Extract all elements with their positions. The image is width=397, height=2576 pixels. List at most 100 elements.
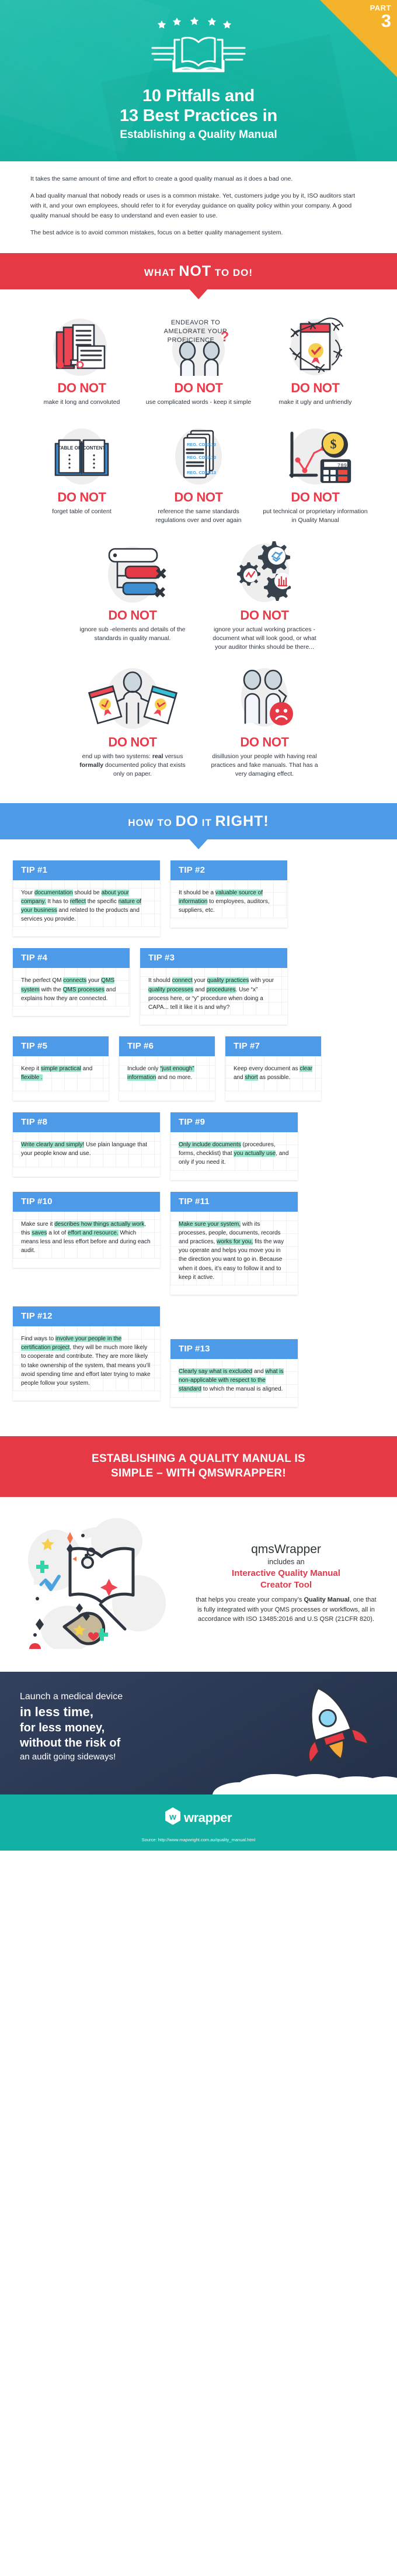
- dont-description: put technical or proprietary information…: [263, 508, 368, 524]
- gears-icon: [211, 540, 318, 603]
- two-people-speech-icon: ENDEAVOR TO AMELORATE YOUR PROFICIENCE ?: [145, 313, 252, 376]
- tip-title: TIP #5: [13, 1036, 109, 1057]
- dont-label: DO NOT: [291, 381, 340, 396]
- tip-card: TIP #13 Clearly say what is excluded and…: [170, 1339, 298, 1407]
- launch-line-3: for less money,: [20, 1721, 105, 1735]
- svg-text:ENDEAVOR TO: ENDEAVOR TO: [171, 319, 220, 326]
- tips-row-3: TIP #5 Keep it simple practical and flex…: [13, 1036, 384, 1101]
- launch-cta-section: Launch a medical device in less time, fo…: [0, 1672, 397, 1795]
- open-book-icon: [137, 32, 260, 80]
- tip-body: It should be a valuable source of inform…: [170, 880, 287, 919]
- intro-paragraph-3: The best advice is to avoid common mista…: [30, 229, 283, 237]
- tip-title: TIP #11: [170, 1191, 298, 1212]
- dont-description: use complicated words - keep it simple: [145, 399, 252, 406]
- launch-line-1: Launch a medical device: [20, 1692, 123, 1702]
- banner-pre: WHAT: [144, 267, 179, 279]
- tip-title: TIP #12: [13, 1306, 160, 1326]
- svg-text:?: ?: [221, 329, 229, 345]
- tips-section: TIP #1 Your documentation should be abou…: [0, 839, 397, 1436]
- tip-card: TIP #7 Keep every document as clear and …: [225, 1036, 321, 1101]
- donts-row-3: DO NOT ignore sub -elements and details …: [12, 540, 385, 652]
- logo-text: wrapper: [183, 1810, 232, 1825]
- rocket-icon: [274, 1681, 391, 1794]
- how-to-do-it-right-banner: HOW TO DO IT RIGHT!: [0, 803, 397, 849]
- tips-row-1: TIP #1 Your documentation should be abou…: [13, 860, 384, 937]
- torn-edge-decoration: [119, 1095, 215, 1101]
- torn-edge-decoration: [13, 931, 160, 937]
- launch-line-4-pre: without: [20, 1737, 65, 1750]
- launch-line-2-emphasis: less time,: [34, 1704, 93, 1720]
- tip-body: Make sure it describes how things actual…: [13, 1212, 160, 1259]
- dont-label: DO NOT: [240, 734, 289, 749]
- torn-edge-decoration: [13, 1095, 109, 1101]
- part-number: 3: [381, 11, 391, 31]
- open-book-toc-icon: TABLE OF CONTENT: [28, 422, 135, 485]
- tip-card: TIP #10 Make sure it describes how thing…: [13, 1191, 160, 1268]
- torn-edge-decoration: [13, 1262, 160, 1268]
- banner-post: TO DO!: [211, 267, 253, 279]
- tip-body: Find ways to involve your people in the …: [13, 1326, 160, 1391]
- sad-people-icon: [211, 667, 318, 730]
- launch-line-4-post: of: [106, 1737, 121, 1750]
- tip-title: TIP #13: [170, 1339, 298, 1359]
- tip-body: Keep it simple practical and flexible .: [13, 1056, 109, 1091]
- footer: w wrapper Source: http://www.mapwright.c…: [0, 1794, 397, 1851]
- product-brand: qmsWrapper: [251, 1543, 321, 1557]
- dont-item: $ 789 DO NOT put technical or proprietar…: [257, 422, 374, 525]
- torn-edge-decoration: [13, 1009, 130, 1016]
- svg-text:w: w: [169, 1812, 176, 1822]
- title-line-1: 10 Pitfalls and: [142, 87, 255, 105]
- source-link[interactable]: Source: http://www.mapwright.com.au/qual…: [0, 1837, 397, 1842]
- tip-title: TIP #8: [13, 1112, 160, 1133]
- dont-description: reference the same standards regulations…: [155, 508, 242, 524]
- donts-row-4: DO NOT end up with two systems: real ver…: [12, 667, 385, 779]
- svg-text:CONTENT: CONTENT: [83, 445, 106, 451]
- tip-card: TIP #11 Make sure your system, with its …: [170, 1191, 298, 1295]
- tip-title: TIP #7: [225, 1036, 321, 1057]
- tip-title: TIP #6: [119, 1036, 215, 1057]
- part-badge: PART 3: [320, 0, 397, 77]
- dont-item: ENDEAVOR TO AMELORATE YOUR PROFICIENCE ?: [140, 313, 257, 407]
- product-description: that helps you create your company’s Qua…: [196, 1596, 377, 1623]
- hierarchy-chart-icon: [79, 540, 186, 603]
- scrolls-of-paper-icon: [28, 313, 135, 376]
- torn-edge-decoration: [225, 1095, 321, 1101]
- dont-item: DO NOT ignore your actual working practi…: [206, 540, 323, 652]
- banner-arrow-down-icon: [188, 837, 209, 849]
- tip-card: TIP #3 It should connect your quality pr…: [140, 948, 287, 1025]
- page-subtitle: Establishing a Quality Manual: [120, 129, 277, 141]
- dont-description: disillusion your people with having real…: [211, 752, 318, 777]
- banner-big: NOT: [179, 263, 212, 280]
- dont-label: DO NOT: [291, 490, 340, 505]
- cta-red-banner: ESTABLISHING A QUALITY MANUAL IS SIMPLE …: [0, 1436, 397, 1498]
- product-section: qmsWrapper includes an Interactive Quali…: [0, 1497, 397, 1672]
- intro-text: It takes the same amount of time and eff…: [0, 161, 397, 253]
- tip-body: Include only “just enough” information a…: [119, 1056, 215, 1091]
- donts-row-2: TABLE OF CONTENT DO NOT forget table of …: [12, 422, 385, 525]
- dont-label: DO NOT: [174, 381, 223, 396]
- tips-row-6: TIP #12 Find ways to involve your people…: [13, 1306, 384, 1407]
- dont-item: DO NOT make it long and convoluted: [23, 313, 140, 407]
- torn-edge-decoration: [170, 922, 287, 928]
- svg-text:REG. CD43.13: REG. CD43.13: [187, 455, 216, 460]
- svg-text:AMELORATE YOUR: AMELORATE YOUR: [164, 328, 228, 335]
- person-holding-two-certificates-icon: [79, 667, 186, 730]
- intro-paragraph-1: It takes the same amount of time and eff…: [30, 175, 293, 183]
- tip-body: The perfect QM connects your QMS system …: [13, 968, 130, 1007]
- tip-card: TIP #2 It should be a valuable source of…: [170, 860, 287, 928]
- tip-card: TIP #9 Only include documents (procedure…: [170, 1112, 298, 1180]
- tip-title: TIP #4: [13, 948, 130, 969]
- launch-line-2-pre: in: [20, 1704, 35, 1720]
- qmswrapper-logo[interactable]: w wrapper: [0, 1807, 397, 1828]
- tip-card: TIP #4 The perfect QM connects your QMS …: [13, 948, 130, 1016]
- torn-edge-decoration: [170, 1174, 298, 1180]
- cta-line-2: SIMPLE – WITH QMSWRAPPER!: [111, 1467, 286, 1479]
- page-title: 10 Pitfalls and 13 Best Practices in: [0, 86, 397, 126]
- svg-text:TABLE OF: TABLE OF: [58, 445, 81, 451]
- torn-edge-decoration: [140, 1019, 287, 1025]
- tips-row-4: TIP #8 Write clearly and simply! Use pla…: [13, 1112, 384, 1180]
- tip-body: Make sure your system, with its processe…: [170, 1212, 298, 1285]
- torn-edge-decoration: [13, 1171, 160, 1177]
- dont-item: DO NOT ignore sub -elements and details …: [74, 540, 191, 652]
- tip-title: TIP #3: [140, 948, 287, 969]
